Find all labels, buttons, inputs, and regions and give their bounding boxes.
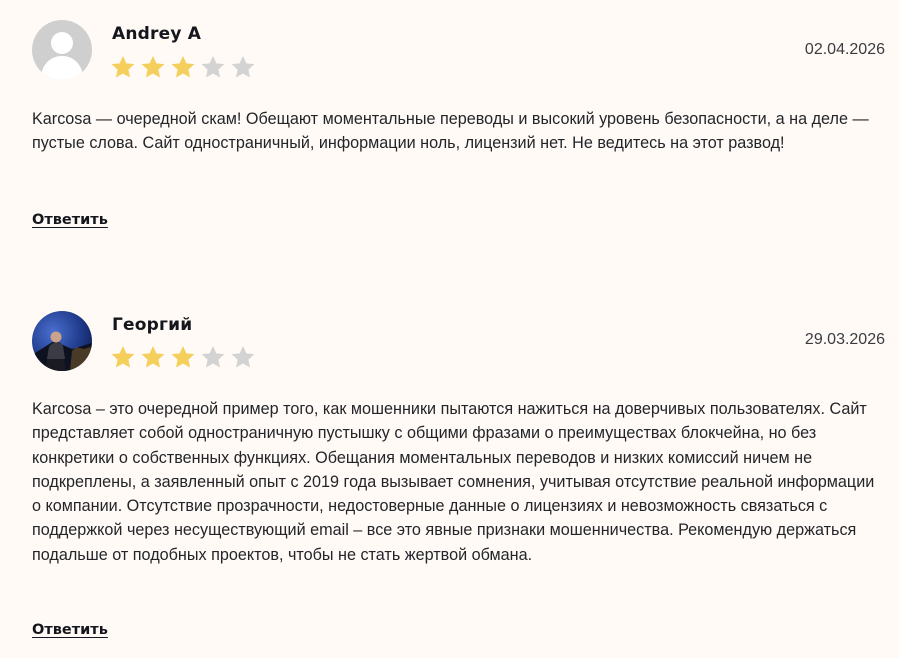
reply-link[interactable]: Ответить xyxy=(32,212,108,228)
star-rating xyxy=(110,54,256,80)
star-empty-icon xyxy=(231,345,255,368)
star-filled-icon xyxy=(171,55,195,78)
review-author: Andrey A xyxy=(112,24,202,44)
star-filled-icon xyxy=(111,345,135,368)
avatar xyxy=(32,311,92,371)
review-date: 02.04.2026 xyxy=(804,41,885,58)
review-author: Георгий xyxy=(112,315,193,335)
review-card: Георгий 29.03.2026 Karcosa – это очередн… xyxy=(0,290,899,658)
star-empty-icon xyxy=(201,345,225,368)
avatar xyxy=(32,20,92,80)
star-empty-icon xyxy=(231,55,255,78)
review-text: Karcosa — очередной скам! Обещают момент… xyxy=(32,110,869,153)
star-empty-icon xyxy=(201,55,225,78)
review-date: 29.03.2026 xyxy=(804,331,885,348)
star-filled-icon xyxy=(141,345,165,368)
star-filled-icon xyxy=(141,55,165,78)
reply-link[interactable]: Ответить xyxy=(32,622,108,638)
star-filled-icon xyxy=(171,345,195,368)
review-text: Karcosa – это очередной пример того, как… xyxy=(32,400,875,564)
review-card: Andrey A 02.04.2026 Karcosa — очередной … xyxy=(0,0,899,290)
user-photo-icon xyxy=(32,311,92,371)
star-filled-icon xyxy=(111,55,135,78)
default-user-icon xyxy=(32,20,92,80)
star-rating xyxy=(110,344,256,370)
